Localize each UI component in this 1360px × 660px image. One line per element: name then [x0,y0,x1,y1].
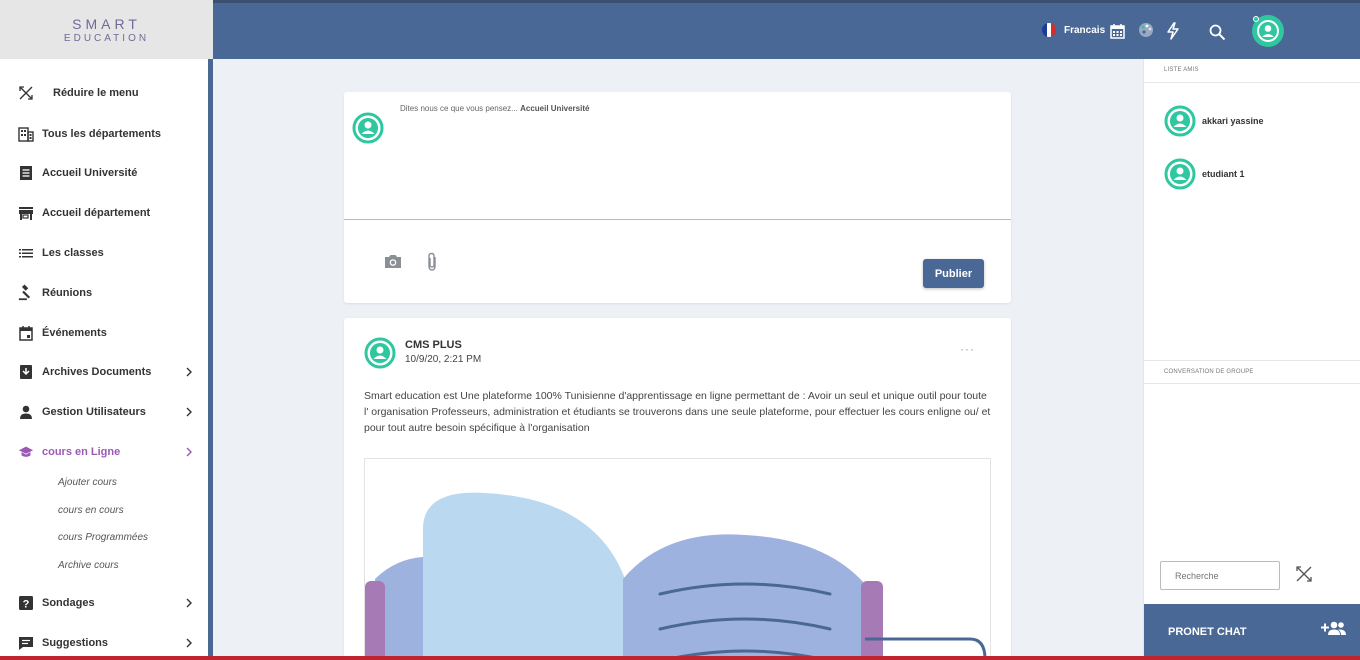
palette-icon[interactable] [1137,21,1155,44]
chat-title: PRONET CHAT [1168,626,1247,638]
composer-divider [344,219,1011,220]
france-flag-icon[interactable] [1042,23,1056,37]
sidebar-item-all-departments[interactable]: Tous les départements [0,123,208,145]
archive-icon [18,364,34,380]
composer-placeholder: Dites nous ce que vous pensez... [400,104,518,113]
brand-logo[interactable]: SMART EDUCATION [0,0,213,59]
camera-icon[interactable] [384,254,402,274]
graduation-cap-icon [18,444,34,460]
chevron-right-icon [184,405,194,419]
building-icon [18,126,34,142]
post-author[interactable]: CMS PLUS [405,339,462,351]
sidebar-item-label: Réduire le menu [53,87,139,99]
sidebar-item-department-home[interactable]: Accueil département [0,202,208,224]
sidebar-item-label: Suggestions [42,637,109,649]
friends-list-title: LISTE AMIS [1164,67,1199,73]
sidebar-item-label: cours en Ligne [42,446,121,458]
friend-name: akkari yassine [1202,116,1264,126]
post-date: 10/9/20, 2:21 PM [405,354,482,365]
svg-text:?: ? [23,599,30,611]
brand-line1: SMART [72,16,141,32]
collapse-panel-icon[interactable] [1295,565,1313,588]
sidebar-item-online-courses[interactable]: cours en Ligne [0,441,208,463]
top-bar: Francais [213,0,1360,59]
bottom-accent-line [0,656,1360,660]
event-icon [18,325,34,341]
submenu-add-course[interactable]: Ajouter cours [58,477,117,488]
search-icon[interactable] [1209,24,1226,46]
sidebar: Réduire le menu Tous les départements Ac… [0,59,208,660]
chevron-right-icon [184,596,194,610]
more-options-icon[interactable]: ··· [960,342,975,356]
sidebar-item-collapse-menu[interactable]: Réduire le menu [0,82,208,104]
friend-name: etudiant 1 [1202,169,1245,179]
submenu-ongoing-courses[interactable]: cours en cours [58,505,124,516]
chat-bar[interactable]: PRONET CHAT [1144,604,1360,660]
online-status-dot [1253,16,1259,22]
attachment-icon[interactable] [426,252,438,277]
chevron-right-icon [184,636,194,650]
divider [1144,82,1360,83]
sidebar-item-archives-documents[interactable]: Archives Documents [0,361,208,383]
sidebar-scrollbar[interactable] [208,59,213,657]
sidebar-item-label: Tous les départements [42,128,161,140]
chevron-right-icon [184,365,194,379]
publish-button[interactable]: Publier [923,259,984,288]
avatar [1164,105,1196,137]
sidebar-item-suggestions[interactable]: Suggestions [0,632,208,654]
chevron-right-icon [184,445,194,459]
composer-target: Accueil Université [520,104,590,113]
sidebar-item-meetings[interactable]: Réunions [0,282,208,304]
sidebar-item-label: Sondages [42,597,95,609]
sidebar-item-label: Gestion Utilisateurs [42,406,146,418]
list-icon [18,245,34,261]
post-image[interactable] [364,458,991,660]
person-icon [18,404,34,420]
avatar [1164,158,1196,190]
chat-bubble-icon [18,635,34,651]
calendar-icon[interactable] [1110,23,1125,44]
composer-input[interactable]: Dites nous ce que vous pensez... Accueil… [400,104,589,113]
collapse-icon [18,85,34,101]
friend-search-input[interactable] [1160,561,1280,590]
flash-icon[interactable] [1166,22,1180,45]
divider [1144,383,1360,384]
sidebar-item-label: Les classes [42,247,104,259]
sidebar-item-university-home[interactable]: Accueil Université [0,162,208,184]
submenu-scheduled-courses[interactable]: cours Programmées [58,532,148,543]
add-group-icon[interactable] [1321,620,1347,641]
sidebar-item-label: Accueil Université [42,167,138,179]
sidebar-item-surveys[interactable]: ? Sondages [0,592,208,614]
sidebar-item-label: Accueil département [42,207,151,219]
help-box-icon: ? [18,595,34,611]
user-avatar-icon[interactable] [1252,15,1284,47]
group-conversation-title: CONVERSATION DE GROUPE [1164,369,1254,375]
post-composer: Dites nous ce que vous pensez... Accueil… [344,92,1011,303]
submenu-archive-courses[interactable]: Archive cours [58,560,119,571]
store-icon [18,205,34,221]
sidebar-item-classes[interactable]: Les classes [0,242,208,264]
avatar [352,112,384,149]
avatar[interactable] [364,337,396,374]
friends-panel: LISTE AMIS akkari yassine etudiant 1 CON… [1143,59,1360,660]
sidebar-item-events[interactable]: Événements [0,322,208,344]
language-label[interactable]: Francais [1064,25,1105,36]
friend-item[interactable]: akkari yassine [1164,105,1344,137]
sidebar-item-label: Événements [42,327,107,339]
friend-item[interactable]: etudiant 1 [1164,158,1344,190]
feed-post: CMS PLUS 10/9/20, 2:21 PM ··· Smart educ… [344,318,1011,660]
sidebar-item-user-management[interactable]: Gestion Utilisateurs [0,401,208,423]
post-body: Smart education est Une plateforme 100% … [364,390,991,434]
gavel-icon [18,284,34,301]
sidebar-item-label: Réunions [42,287,93,299]
document-icon [18,165,34,181]
sidebar-item-label: Archives Documents [42,366,152,378]
divider [1144,360,1360,361]
brand-line2: EDUCATION [63,33,150,44]
